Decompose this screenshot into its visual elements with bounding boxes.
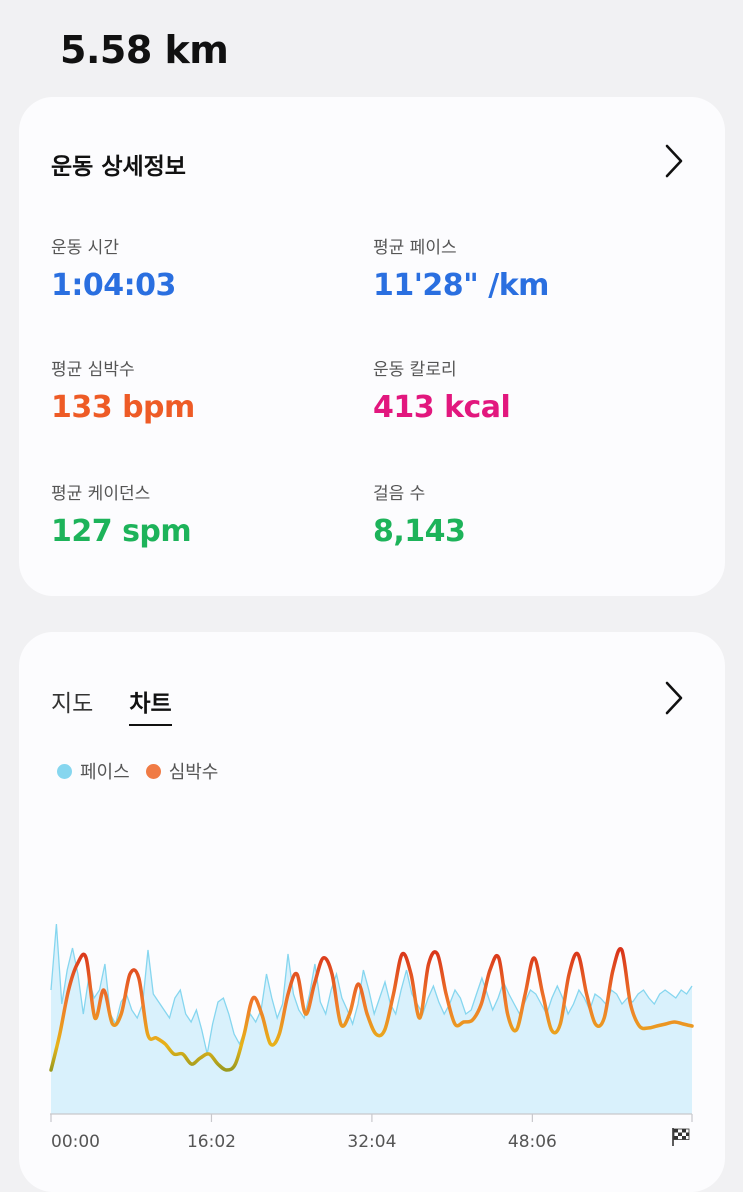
metric-steps: 걸음 수 8,143 <box>373 479 466 549</box>
total-distance: 5.58 km <box>60 28 229 72</box>
pace-heart-rate-chart: 00:00 16:02 32:04 48:06 <box>49 923 694 1152</box>
card-title: 운동 상세정보 <box>51 154 186 180</box>
checkered-flag-icon <box>672 1128 690 1146</box>
metric-label: 걸음 수 <box>373 484 426 504</box>
x-tick-label: 48:06 <box>508 1132 557 1152</box>
x-tick-label: 16:02 <box>187 1132 236 1152</box>
x-axis-ticks: 00:00 16:02 32:04 48:06 <box>50 1114 693 1152</box>
metric-duration: 운동 시간 1:04:03 <box>51 233 176 303</box>
chevron-right-icon[interactable] <box>661 143 687 179</box>
metric-calories: 운동 칼로리 413 kcal <box>373 355 511 425</box>
metric-value: 11'28" /km <box>373 268 549 303</box>
metric-value: 127 spm <box>51 514 192 549</box>
metric-label: 운동 칼로리 <box>373 360 457 380</box>
workout-details-card: 운동 상세정보 운동 시간 1:04:03 평균 페이스 11'28" /km … <box>19 97 725 596</box>
metric-label: 운동 시간 <box>51 238 119 258</box>
metric-avg-heart-rate: 평균 심박수 133 bpm <box>51 355 195 425</box>
metric-value: 413 kcal <box>373 390 511 425</box>
metric-avg-pace: 평균 페이스 11'28" /km <box>373 233 549 303</box>
x-tick-label: 00:00 <box>51 1132 100 1152</box>
metric-value: 8,143 <box>373 514 466 549</box>
metric-value: 133 bpm <box>51 390 195 425</box>
metric-label: 평균 케이던스 <box>51 484 151 504</box>
metric-label: 평균 심박수 <box>51 360 135 380</box>
chart-card: 지도 차트 페이스 심박수 00:00 16:02 32:04 48:06 <box>19 632 725 1192</box>
metric-avg-cadence: 평균 케이던스 127 spm <box>51 479 192 549</box>
metric-value: 1:04:03 <box>51 268 176 303</box>
x-tick-label: 32:04 <box>347 1132 396 1152</box>
metric-label: 평균 페이스 <box>373 238 457 258</box>
